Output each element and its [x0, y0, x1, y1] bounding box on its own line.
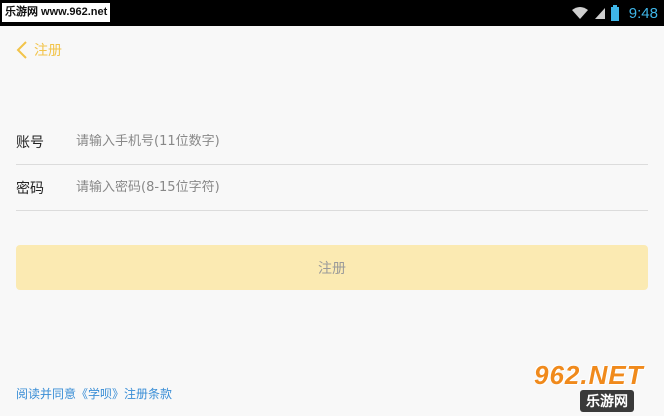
register-button[interactable]: 注册: [16, 245, 648, 290]
watermark-subtext: 乐游网: [580, 390, 634, 412]
status-bar: 乐游网 www.962.net 9:48: [0, 0, 664, 26]
password-input[interactable]: [76, 180, 648, 195]
status-watermark: 乐游网 www.962.net: [2, 3, 111, 22]
status-icons: 9:48: [571, 0, 658, 26]
back-button[interactable]: 注册: [0, 26, 664, 74]
account-label: 账号: [16, 134, 44, 151]
watermark-text: 962.NET: [534, 360, 644, 390]
status-time: 9:48: [628, 4, 658, 22]
terms-link[interactable]: 阅读并同意《学呗》注册条款: [16, 385, 172, 402]
password-label: 密码: [16, 180, 44, 197]
page-title: 注册: [34, 43, 62, 59]
account-input[interactable]: [76, 134, 648, 149]
chevron-left-icon: [16, 41, 27, 59]
wifi-icon: [571, 7, 588, 19]
account-row: 账号: [16, 119, 648, 165]
battery-icon: [610, 5, 619, 21]
password-row: 密码: [16, 165, 648, 211]
watermark-logo: 962.NET 乐游网: [522, 360, 660, 412]
signal-icon: [594, 8, 605, 19]
